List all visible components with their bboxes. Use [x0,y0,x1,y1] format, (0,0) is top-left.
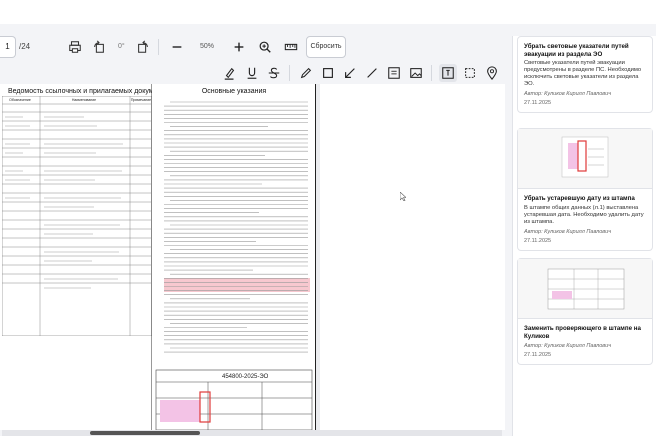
strikethrough-icon[interactable] [265,64,283,82]
image-icon[interactable] [407,64,425,82]
comments-panel: Убрать световые указатели путей эвакуаци… [512,36,656,436]
document-page [320,84,505,430]
highlight-pen-icon[interactable] [221,64,239,82]
mouse-cursor-icon [400,192,406,201]
page-title: Ведомость ссылочных и прилагаемых докуме… [8,88,173,95]
minus-icon[interactable] [168,38,186,56]
comment-author: Автор: Куликов Кирилл Павлович [524,228,612,235]
print-icon[interactable] [66,38,84,56]
main-toolbar: 1 /24 0° 50% Сбросить [0,36,505,60]
comment-card[interactable]: Убрать устаревшую дату из штампа В штамп… [517,128,653,251]
comment-title: Убрать световые указатели путей эвакуаци… [524,43,629,58]
page-text-block [155,101,313,430]
zoom-level: 50% [200,43,215,50]
pdf-viewer: 1 /24 0° 50% Сбросить Ведомость ссылочны… [0,24,656,436]
horizontal-scrollbar[interactable] [2,430,502,436]
toolbar-divider [289,65,290,81]
comment-body: В штампе общих данных (л.1) выставлена у… [524,204,644,225]
comment-thumbnail [518,129,652,189]
page-number-input[interactable]: 1 [0,36,16,58]
comment-card[interactable]: Заменить проверяющего в штампе на Кулико… [517,258,653,365]
comment-date: 27.11.2025 [524,237,552,244]
rectangle-icon[interactable] [319,64,337,82]
comment-author: Автор: Куликов Кирилл Павлович [524,91,612,97]
scrollbar-thumb[interactable] [90,431,200,435]
zoom-search-icon[interactable] [256,38,274,56]
references-table [2,96,152,336]
highlight-annotation [164,278,310,292]
comment-title: Убрать устаревшую дату из штампа [524,195,635,202]
comment-thumbnail [518,259,652,319]
column-header: Примечание [130,98,152,102]
ruler-icon[interactable] [282,38,300,56]
page-title: Основные указания [201,88,267,95]
textbox-icon[interactable] [385,64,403,82]
document-viewport[interactable]: Ведомость ссылочных и прилагаемых докуме… [0,84,505,430]
toolbar-divider [431,65,432,81]
pencil-icon[interactable] [297,64,315,82]
line-icon[interactable] [363,64,381,82]
comment-title: Заменить проверяющего в штампе на Кулико… [524,325,641,340]
location-pin-icon[interactable] [483,64,501,82]
plus-icon[interactable] [230,38,248,56]
comment-card[interactable]: Убрать световые указатели путей эвакуаци… [517,36,653,113]
underline-icon[interactable] [243,64,261,82]
page-total: /24 [19,42,31,51]
top-bar [0,0,656,24]
text-select-icon[interactable] [439,64,457,82]
column-header: Наименование [71,98,97,102]
comment-date: 27.11.2025 [524,352,552,358]
reset-button[interactable]: Сбросить [306,36,346,58]
comment-date: 27.11.2025 [524,100,552,106]
annotation-toolbar [215,62,505,84]
comment-body: Световые указатели путей эвакуации преду… [524,60,642,87]
rotate-left-icon[interactable] [90,38,108,56]
document-page: Основные указания 454800-2025-ЭО [152,84,316,430]
stamp-code: 454800-2025-ЭО [222,374,269,380]
area-select-icon[interactable] [461,64,479,82]
rotation-value: 0° [118,43,125,50]
document-page: Ведомость ссылочных и прилагаемых докуме… [0,84,172,430]
rotate-right-icon[interactable] [134,38,152,56]
comment-author: Автор: Куликов Кирилл Павлович [524,343,612,349]
toolbar-divider [158,39,159,55]
column-header: Обозначение [9,98,31,102]
arrow-icon[interactable] [341,64,359,82]
